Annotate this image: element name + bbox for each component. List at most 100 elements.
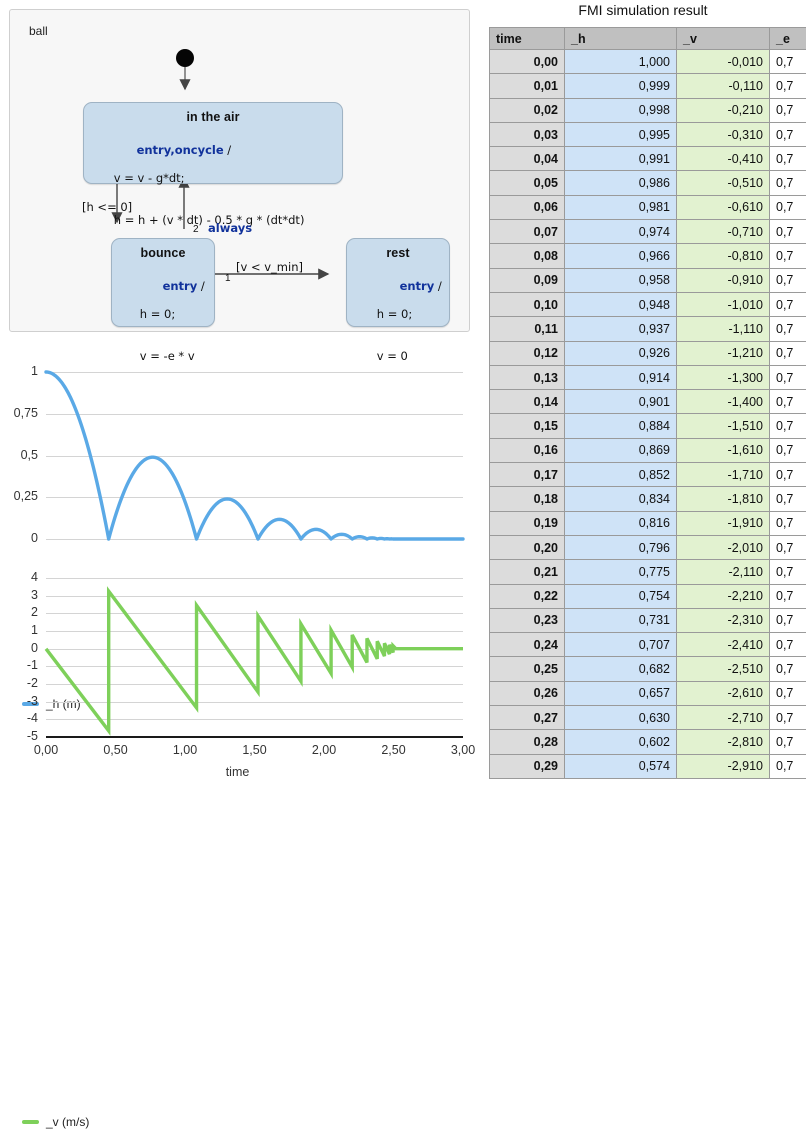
- table-cell-v[interactable]: -2,710: [677, 706, 770, 730]
- table-cell-h[interactable]: 0,602: [565, 730, 677, 754]
- table-cell-v[interactable]: -0,210: [677, 98, 770, 122]
- table-row[interactable]: 0,160,869-1,6100,7: [490, 438, 806, 462]
- table-row[interactable]: 0,270,630-2,7100,7: [490, 706, 806, 730]
- table-cell-v[interactable]: -2,810: [677, 730, 770, 754]
- table-cell-time[interactable]: 0,04: [490, 147, 565, 171]
- state-rest[interactable]: rest entry / h = 0; v = 0: [346, 238, 450, 327]
- table-header-v[interactable]: _v: [677, 28, 770, 50]
- table-row[interactable]: 0,110,937-1,1100,7: [490, 317, 806, 341]
- table-cell-v[interactable]: -1,010: [677, 292, 770, 316]
- table-cell-time[interactable]: 0,17: [490, 463, 565, 487]
- table-cell-h[interactable]: 0,796: [565, 535, 677, 559]
- table-row[interactable]: 0,100,948-1,0100,7: [490, 292, 806, 316]
- table-cell-v[interactable]: -1,910: [677, 511, 770, 535]
- table-cell-h[interactable]: 0,937: [565, 317, 677, 341]
- table-cell-e[interactable]: 0,7: [770, 365, 806, 389]
- table-cell-time[interactable]: 0,09: [490, 268, 565, 292]
- table-cell-v[interactable]: -1,210: [677, 341, 770, 365]
- table-cell-time[interactable]: 0,06: [490, 195, 565, 219]
- table-cell-h[interactable]: 0,574: [565, 754, 677, 778]
- table-cell-h[interactable]: 0,991: [565, 147, 677, 171]
- table-cell-time[interactable]: 0,29: [490, 754, 565, 778]
- table-cell-v[interactable]: -2,110: [677, 560, 770, 584]
- table-cell-h[interactable]: 0,816: [565, 511, 677, 535]
- fmi-result-table[interactable]: time_h_v_e 0,001,000-0,0100,70,010,999-0…: [489, 27, 806, 779]
- table-cell-time[interactable]: 0,00: [490, 50, 565, 74]
- table-cell-e[interactable]: 0,7: [770, 171, 806, 195]
- table-row[interactable]: 0,070,974-0,7100,7: [490, 220, 806, 244]
- table-cell-e[interactable]: 0,7: [770, 463, 806, 487]
- table-cell-time[interactable]: 0,01: [490, 74, 565, 98]
- table-cell-v[interactable]: -1,300: [677, 365, 770, 389]
- table-cell-time[interactable]: 0,28: [490, 730, 565, 754]
- table-cell-e[interactable]: 0,7: [770, 584, 806, 608]
- table-cell-h[interactable]: 0,958: [565, 268, 677, 292]
- table-cell-h[interactable]: 0,999: [565, 74, 677, 98]
- table-cell-time[interactable]: 0,16: [490, 438, 565, 462]
- table-cell-e[interactable]: 0,7: [770, 730, 806, 754]
- table-header-h[interactable]: _h: [565, 28, 677, 50]
- table-row[interactable]: 0,050,986-0,5100,7: [490, 171, 806, 195]
- table-cell-e[interactable]: 0,7: [770, 292, 806, 316]
- table-cell-h[interactable]: 0,834: [565, 487, 677, 511]
- table-row[interactable]: 0,280,602-2,8100,7: [490, 730, 806, 754]
- table-row[interactable]: 0,090,958-0,9100,7: [490, 268, 806, 292]
- table-cell-h[interactable]: 0,966: [565, 244, 677, 268]
- table-row[interactable]: 0,120,926-1,2100,7: [490, 341, 806, 365]
- table-cell-v[interactable]: -2,410: [677, 633, 770, 657]
- table-row[interactable]: 0,200,796-2,0100,7: [490, 535, 806, 559]
- table-cell-time[interactable]: 0,25: [490, 657, 565, 681]
- table-cell-v[interactable]: -2,010: [677, 535, 770, 559]
- table-cell-v[interactable]: -1,400: [677, 390, 770, 414]
- table-cell-time[interactable]: 0,19: [490, 511, 565, 535]
- table-cell-e[interactable]: 0,7: [770, 390, 806, 414]
- table-cell-h[interactable]: 0,682: [565, 657, 677, 681]
- table-row[interactable]: 0,020,998-0,2100,7: [490, 98, 806, 122]
- table-row[interactable]: 0,040,991-0,4100,7: [490, 147, 806, 171]
- table-cell-h[interactable]: 0,948: [565, 292, 677, 316]
- table-row[interactable]: 0,170,852-1,7100,7: [490, 463, 806, 487]
- table-cell-time[interactable]: 0,22: [490, 584, 565, 608]
- table-cell-v[interactable]: -1,510: [677, 414, 770, 438]
- table-cell-e[interactable]: 0,7: [770, 268, 806, 292]
- table-cell-e[interactable]: 0,7: [770, 341, 806, 365]
- table-cell-e[interactable]: 0,7: [770, 50, 806, 74]
- table-cell-h[interactable]: 0,986: [565, 171, 677, 195]
- table-cell-h[interactable]: 0,914: [565, 365, 677, 389]
- table-cell-time[interactable]: 0,10: [490, 292, 565, 316]
- table-cell-v[interactable]: -0,710: [677, 220, 770, 244]
- table-cell-time[interactable]: 0,21: [490, 560, 565, 584]
- table-row[interactable]: 0,210,775-2,1100,7: [490, 560, 806, 584]
- table-row[interactable]: 0,180,834-1,8100,7: [490, 487, 806, 511]
- table-cell-v[interactable]: -2,510: [677, 657, 770, 681]
- table-cell-e[interactable]: 0,7: [770, 657, 806, 681]
- table-cell-e[interactable]: 0,7: [770, 438, 806, 462]
- state-bounce[interactable]: bounce entry / h = 0; v = -e * v: [111, 238, 215, 327]
- table-cell-v[interactable]: -0,110: [677, 74, 770, 98]
- table-cell-time[interactable]: 0,20: [490, 535, 565, 559]
- table-cell-v[interactable]: -1,810: [677, 487, 770, 511]
- table-cell-e[interactable]: 0,7: [770, 706, 806, 730]
- table-cell-time[interactable]: 0,13: [490, 365, 565, 389]
- table-row[interactable]: 0,260,657-2,6100,7: [490, 681, 806, 705]
- table-row[interactable]: 0,240,707-2,4100,7: [490, 633, 806, 657]
- table-cell-time[interactable]: 0,05: [490, 171, 565, 195]
- table-cell-h[interactable]: 0,901: [565, 390, 677, 414]
- table-cell-v[interactable]: -2,310: [677, 608, 770, 632]
- table-cell-e[interactable]: 0,7: [770, 487, 806, 511]
- table-cell-v[interactable]: -0,410: [677, 147, 770, 171]
- table-cell-h[interactable]: 0,707: [565, 633, 677, 657]
- table-cell-e[interactable]: 0,7: [770, 754, 806, 778]
- table-cell-h[interactable]: 1,000: [565, 50, 677, 74]
- table-row[interactable]: 0,060,981-0,6100,7: [490, 195, 806, 219]
- table-cell-v[interactable]: -1,610: [677, 438, 770, 462]
- table-cell-time[interactable]: 0,08: [490, 244, 565, 268]
- table-cell-e[interactable]: 0,7: [770, 414, 806, 438]
- table-cell-e[interactable]: 0,7: [770, 633, 806, 657]
- table-header-time[interactable]: time: [490, 28, 565, 50]
- table-cell-v[interactable]: -2,210: [677, 584, 770, 608]
- table-row[interactable]: 0,230,731-2,3100,7: [490, 608, 806, 632]
- table-cell-time[interactable]: 0,07: [490, 220, 565, 244]
- table-row[interactable]: 0,150,884-1,5100,7: [490, 414, 806, 438]
- table-cell-e[interactable]: 0,7: [770, 681, 806, 705]
